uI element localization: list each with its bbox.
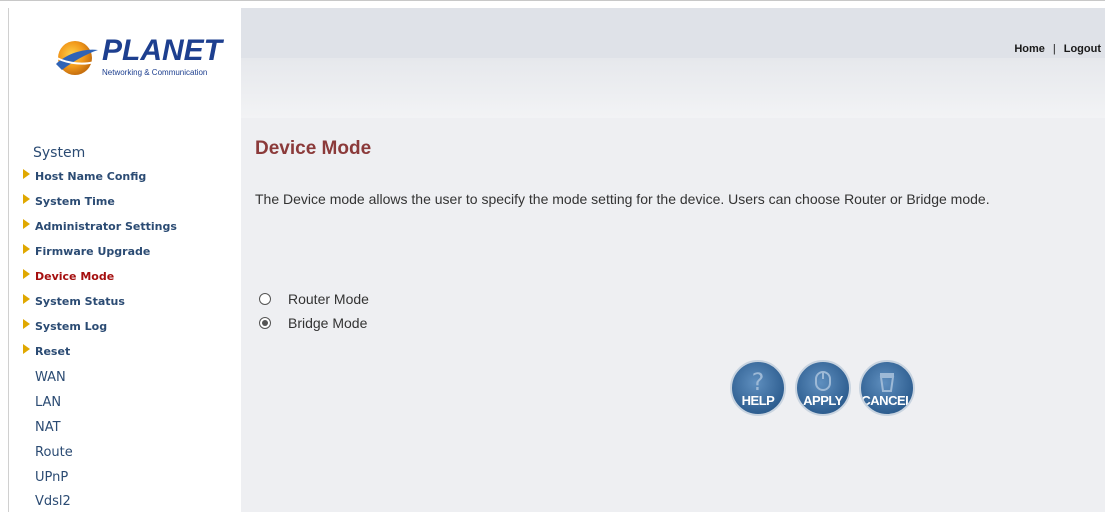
arrow-right-icon <box>23 269 30 279</box>
top-links: Home | Logout <box>1014 43 1101 55</box>
question-mark-icon: ? <box>751 368 765 396</box>
sidebar-item-administrator-settings[interactable]: Administrator Settings <box>23 217 177 235</box>
main-content: Home | Logout Device Mode The Device mod… <box>241 8 1105 512</box>
planet-logo: PLANET Networking & Communication <box>50 34 222 84</box>
sidebar-item-label: System Log <box>35 319 108 333</box>
sidebar-item-system-log[interactable]: System Log <box>23 317 107 335</box>
sidebar-item-label: System Time <box>35 194 115 208</box>
help-button-label: HELP <box>741 393 775 408</box>
bridge-mode-radio[interactable] <box>259 317 271 329</box>
sidebar-item-system-status[interactable]: System Status <box>23 292 125 310</box>
bridge-mode-option[interactable]: Bridge Mode <box>259 315 367 331</box>
header-fade <box>241 58 1105 118</box>
page-title: Device Mode <box>255 138 372 159</box>
globe-icon <box>53 41 98 75</box>
sidebar-item-firmware-upgrade[interactable]: Firmware Upgrade <box>23 242 150 260</box>
sidebar-item-device-mode[interactable]: Device Mode <box>23 267 114 285</box>
header-band <box>241 8 1105 58</box>
sidebar-item-reset[interactable]: Reset <box>23 342 70 360</box>
arrow-right-icon <box>23 319 30 329</box>
arrow-right-icon <box>23 344 30 354</box>
arrow-right-icon <box>23 169 30 179</box>
sidebar-item-label: Firmware Upgrade <box>35 244 151 258</box>
cancel-button-label: CANCEL <box>861 393 913 408</box>
arrow-right-icon <box>23 244 30 254</box>
sidebar-item-label: Administrator Settings <box>35 219 177 233</box>
link-separator: | <box>1052 43 1056 55</box>
router-mode-label: Router Mode <box>288 291 369 307</box>
sidebar-item-nat[interactable]: NAT <box>35 420 61 435</box>
sidebar-section-system[interactable]: System <box>33 145 85 161</box>
bridge-mode-label: Bridge Mode <box>288 315 368 331</box>
brand-tagline: Networking & Communication <box>102 68 208 77</box>
sidebar-item-label: System Status <box>35 294 125 308</box>
page-description: The Device mode allows the user to speci… <box>255 191 990 207</box>
brand-name: PLANET <box>102 34 222 67</box>
top-border <box>0 0 1105 8</box>
sidebar-item-label: Device Mode <box>35 269 115 283</box>
arrow-right-icon <box>23 194 30 204</box>
apply-button-label: APPLY <box>803 393 843 408</box>
logout-link[interactable]: Logout <box>1064 43 1101 55</box>
home-link[interactable]: Home <box>1014 43 1045 55</box>
router-mode-option[interactable]: Router Mode <box>259 291 369 307</box>
sidebar-item-system-time[interactable]: System Time <box>23 192 115 210</box>
sidebar-item-lan[interactable]: LAN <box>35 395 61 410</box>
router-mode-radio[interactable] <box>259 293 271 305</box>
sidebar-item-upnp[interactable]: UPnP <box>35 470 68 485</box>
sidebar-item-wan[interactable]: WAN <box>35 370 66 385</box>
sidebar-item-route[interactable]: Route <box>35 445 73 460</box>
arrow-right-icon <box>23 294 30 304</box>
apply-button[interactable]: APPLY <box>795 360 851 416</box>
arrow-right-icon <box>23 219 30 229</box>
sidebar-item-label: Host Name Config <box>35 169 147 183</box>
sidebar-item-vdsl2[interactable]: Vdsl2 <box>35 494 71 509</box>
cancel-button[interactable]: CANCEL <box>859 360 915 416</box>
sidebar: PLANET Networking & Communication System… <box>8 8 241 512</box>
sidebar-item-host-name-config[interactable]: Host Name Config <box>23 167 146 185</box>
help-button[interactable]: ? HELP <box>730 360 786 416</box>
sidebar-item-label: Reset <box>35 344 71 358</box>
